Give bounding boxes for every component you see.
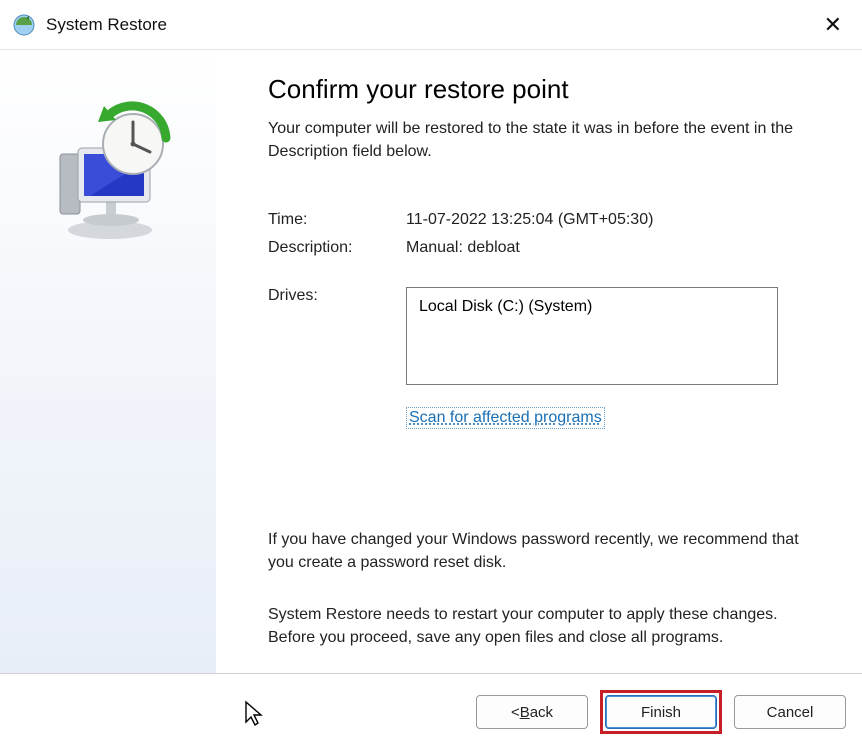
drives-label: Drives: (268, 287, 398, 305)
drives-value: Local Disk (C:) (System) (419, 298, 765, 316)
password-note: If you have changed your Windows passwor… (268, 528, 826, 574)
restore-graphic-icon (38, 92, 178, 242)
window-title: System Restore (46, 15, 818, 35)
finish-button[interactable]: Finish (605, 695, 717, 729)
wizard-footer: < Back Finish Cancel (0, 673, 862, 746)
cancel-button[interactable]: Cancel (734, 695, 846, 729)
restore-details: Time: 11-07-2022 13:25:04 (GMT+05:30) De… (268, 211, 826, 429)
finish-button-highlight: Finish (600, 690, 722, 734)
page-heading: Confirm your restore point (268, 74, 826, 105)
description-value: Manual: debloat (406, 239, 826, 257)
wizard-body: Confirm your restore point Your computer… (0, 50, 862, 673)
time-value: 11-07-2022 13:25:04 (GMT+05:30) (406, 211, 826, 229)
system-restore-icon (12, 13, 36, 37)
system-restore-window: System Restore ✕ (0, 0, 862, 746)
notes-section: If you have changed your Windows passwor… (268, 492, 826, 649)
drives-cell: Local Disk (C:) (System) (406, 287, 826, 385)
wizard-content: Confirm your restore point Your computer… (216, 50, 862, 673)
restart-note: System Restore needs to restart your com… (268, 603, 826, 649)
drives-listbox[interactable]: Local Disk (C:) (System) (406, 287, 778, 385)
description-label: Description: (268, 239, 398, 257)
intro-text: Your computer will be restored to the st… (268, 117, 826, 163)
scan-affected-programs-link[interactable]: Scan for affected programs (406, 407, 605, 429)
time-label: Time: (268, 211, 398, 229)
titlebar: System Restore ✕ (0, 0, 862, 50)
back-button[interactable]: < Back (476, 695, 588, 729)
close-icon[interactable]: ✕ (818, 10, 848, 40)
wizard-sidebar (0, 50, 216, 673)
